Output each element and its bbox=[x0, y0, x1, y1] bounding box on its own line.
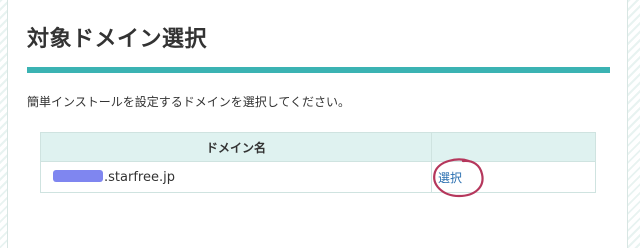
domain-suffix: .starfree.jp bbox=[104, 169, 175, 185]
column-header-domain-name: ドメイン名 bbox=[40, 132, 432, 162]
domain-table: ドメイン名 .starfree.jp 選択 bbox=[40, 132, 597, 198]
intro-text: 簡単インストールを設定するドメインを選択してください。 bbox=[27, 95, 351, 109]
page-title: 対象ドメイン選択 bbox=[27, 27, 208, 52]
title-underline bbox=[27, 67, 610, 73]
domain-cell: .starfree.jp bbox=[40, 161, 432, 193]
redacted-subdomain bbox=[53, 169, 103, 182]
select-domain-link[interactable]: 選択 bbox=[438, 171, 462, 185]
table-row: .starfree.jp 選択 bbox=[40, 158, 597, 198]
table-header-row: ドメイン名 bbox=[40, 132, 597, 162]
content-panel: 対象ドメイン選択 簡単インストールを設定するドメインを選択してください。 ドメイ… bbox=[7, 0, 628, 248]
action-cell: 選択 bbox=[430, 158, 597, 198]
column-header-action bbox=[430, 132, 597, 162]
